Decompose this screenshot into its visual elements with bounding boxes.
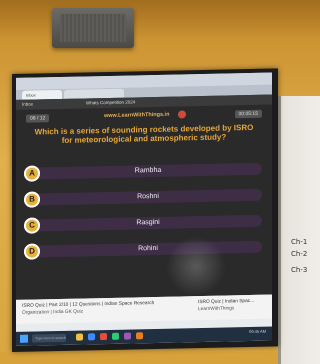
option-b: Roshni B <box>24 187 262 208</box>
option-text: Rohini <box>34 240 262 258</box>
whiteboard-note: Ch-2 <box>291 250 308 258</box>
wall-speaker <box>52 8 134 48</box>
logo-icon <box>178 110 186 119</box>
option-a: Rambha A <box>24 161 262 182</box>
video-description-title[interactable]: ISRO Quiz | Part 2/10 | 12 Questions | I… <box>22 301 154 309</box>
video-description-subtitle: Organization | India GK Quiz <box>22 309 83 316</box>
option-text: Rambha <box>34 162 262 180</box>
taskbar-clock[interactable]: 09:45 AM <box>249 329 266 334</box>
video-topbar-title: Inbox <box>22 101 34 107</box>
whiteboard-note: Ch-3 <box>291 266 308 274</box>
projected-screen: Inbox Inbox Whats Competition 2024 08 / … <box>16 72 272 346</box>
whiteboard-note: Ch-1 <box>291 238 308 246</box>
taskbar-search-input[interactable]: Type here to search <box>32 333 66 343</box>
whiteboard: Ch-1 Ch-2 Ch-3 <box>278 96 320 364</box>
windows-taskbar: Type here to search 09:45 AM <box>16 326 272 346</box>
option-text: Rasgini <box>34 214 262 232</box>
option-d: Rohini D <box>24 239 262 260</box>
app-icon[interactable] <box>136 332 143 340</box>
folder-icon[interactable] <box>76 333 83 341</box>
quiz-question: Which is a series of sounding rockets de… <box>34 122 254 145</box>
video-player[interactable]: Inbox Whats Competition 2024 08 / 12 www… <box>16 94 272 300</box>
projector-glare <box>166 235 226 297</box>
chrome-icon[interactable] <box>100 333 107 341</box>
related-video-channel: LearnWithThings <box>198 306 235 313</box>
video-info-bar: ISRO Quiz | Part 2/10 | 12 Questions | I… <box>16 294 272 324</box>
quiz-header: 08 / 12 www.LearnWithThings.in 00:05:15 <box>26 109 262 124</box>
projector-screen-frame: Inbox Inbox Whats Competition 2024 08 / … <box>12 68 278 352</box>
quiz-timer: 00:05:15 <box>234 109 262 119</box>
app-icon[interactable] <box>112 332 119 340</box>
quiz-site-name: www.LearnWithThings.in <box>104 111 170 120</box>
edge-icon[interactable] <box>88 333 95 341</box>
app-icon[interactable] <box>124 332 131 340</box>
windows-start-icon[interactable] <box>20 334 28 343</box>
quiz-progress: 08 / 12 <box>26 114 50 123</box>
ceiling-shadow <box>0 0 320 40</box>
video-title: Whats Competition 2024 <box>86 99 136 106</box>
option-text: Roshni <box>34 188 262 206</box>
related-video-title[interactable]: ISRO Quiz | Indian Spac... <box>198 299 254 305</box>
option-c: Rasgini C <box>24 213 262 234</box>
taskbar-search-placeholder: Type here to search <box>35 335 66 341</box>
